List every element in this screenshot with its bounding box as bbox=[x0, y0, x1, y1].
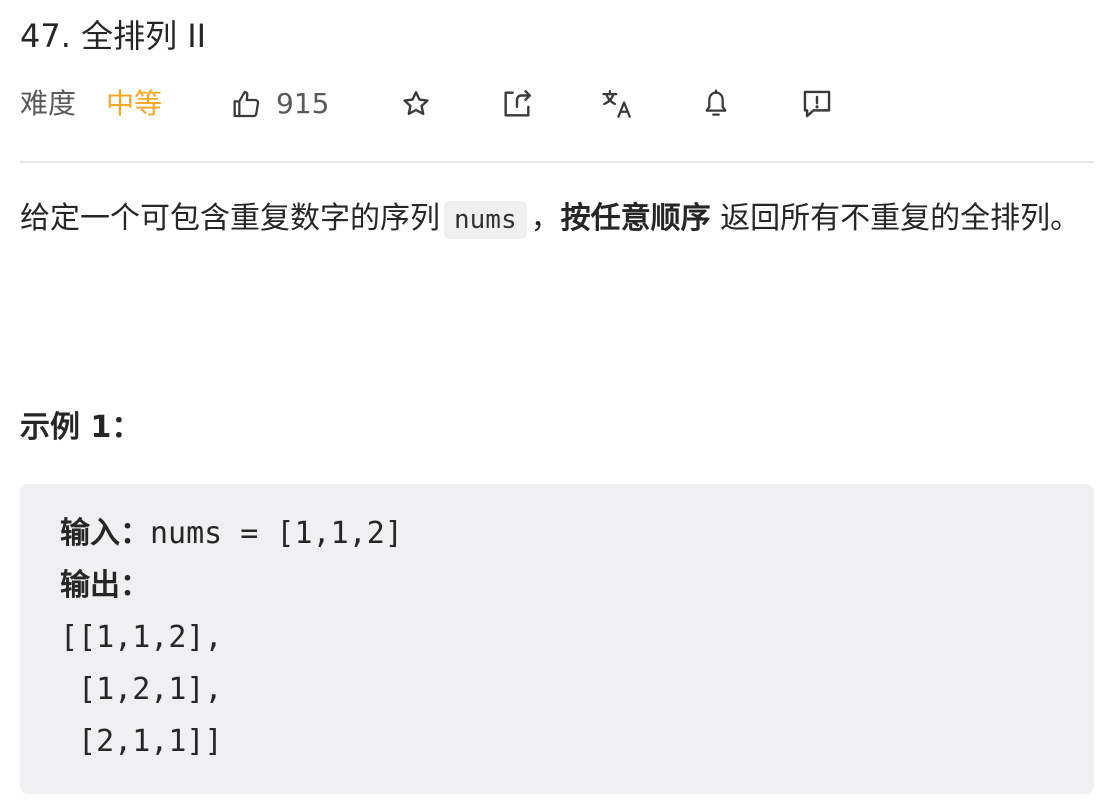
output-line: [[1,1,2], bbox=[60, 620, 223, 655]
favorite-button[interactable] bbox=[400, 84, 432, 124]
difficulty-badge: 中等 bbox=[106, 87, 163, 120]
difficulty-label: 难度 bbox=[20, 87, 77, 120]
subscribe-button[interactable] bbox=[700, 84, 732, 124]
inline-code: nums bbox=[444, 201, 527, 239]
description-punctuation: ， bbox=[530, 201, 561, 236]
header-divider bbox=[20, 161, 1094, 163]
output-line: [1,2,1], bbox=[60, 672, 223, 707]
example-content: 输入：nums = [1,1,2] 输出： [[1,1,2], [1,2,1],… bbox=[60, 508, 403, 768]
description-emphasis: 按任意顺序 bbox=[560, 201, 711, 236]
share-button[interactable] bbox=[500, 84, 534, 124]
like-button[interactable]: 915 bbox=[230, 84, 329, 124]
input-label: 输入： bbox=[60, 516, 150, 551]
output-line: [2,1,1]] bbox=[60, 724, 223, 759]
problem-meta-bar: 难度 中等 915 bbox=[20, 80, 1094, 128]
translate-button[interactable] bbox=[600, 84, 634, 124]
thumbs-up-icon bbox=[230, 88, 262, 120]
problem-title: 47. 全排列 II bbox=[20, 17, 207, 55]
problem-description: 给定一个可包含重复数字的序列 nums ，按任意顺序 返回所有不重复的全排列。 bbox=[20, 193, 1094, 246]
bell-icon bbox=[700, 88, 732, 120]
output-label: 输出： bbox=[60, 568, 150, 603]
feedback-button[interactable] bbox=[800, 84, 834, 124]
translate-icon bbox=[600, 87, 634, 121]
example-title: 示例 1： bbox=[20, 410, 142, 445]
feedback-icon bbox=[800, 87, 834, 121]
star-icon bbox=[400, 88, 432, 120]
example-code-block: 输入：nums = [1,1,2] 输出： [[1,1,2], [1,2,1],… bbox=[20, 484, 1094, 794]
description-text-end: 返回所有不重复的全排列。 bbox=[710, 201, 1081, 236]
share-icon bbox=[500, 87, 534, 121]
like-count: 915 bbox=[276, 87, 330, 120]
input-value: nums = [1,1,2] bbox=[150, 516, 403, 551]
description-text: 给定一个可包含重复数字的序列 bbox=[20, 201, 440, 236]
